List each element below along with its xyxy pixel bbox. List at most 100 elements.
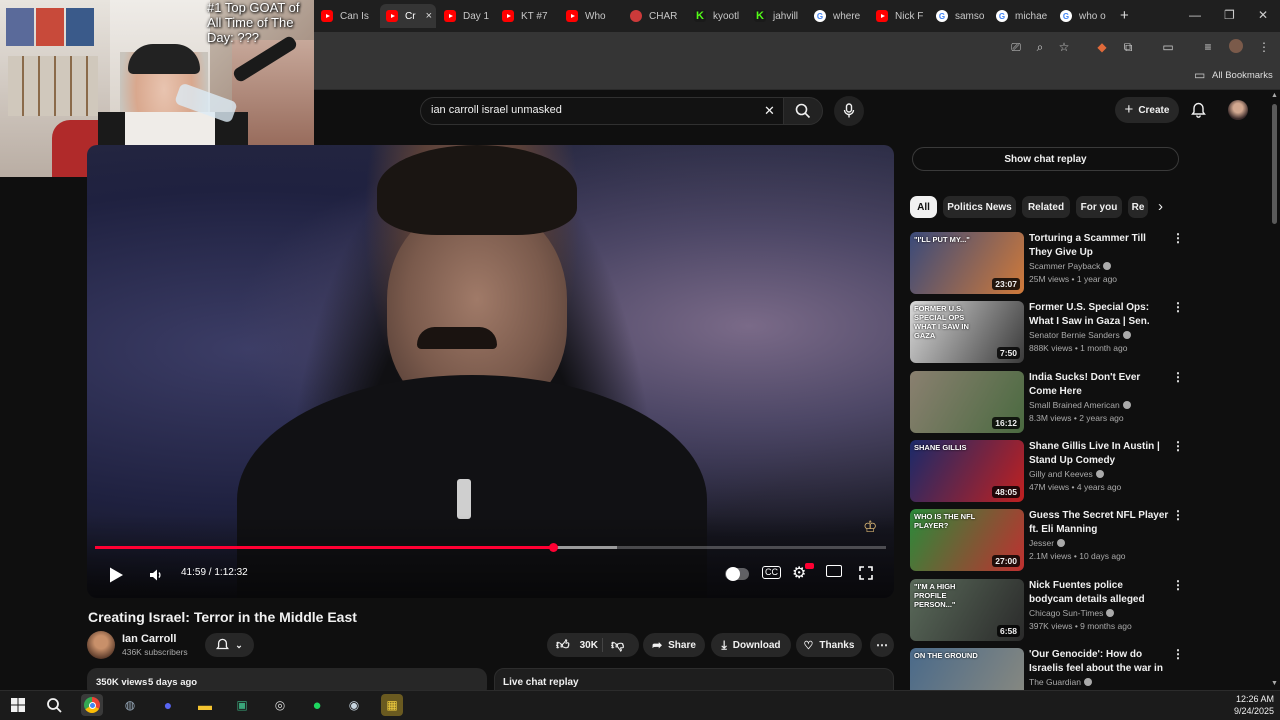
- file-explorer-taskbar-icon[interactable]: ▬: [194, 694, 216, 716]
- extension-icon[interactable]: ◆: [1094, 39, 1110, 55]
- browser-tab[interactable]: Gmichae: [990, 4, 1052, 28]
- search-button[interactable]: [783, 97, 823, 125]
- recommendation-thumbnail[interactable]: "I'LL PUT MY..." 23:07: [910, 232, 1024, 294]
- recommendation-channel[interactable]: Chicago Sun-Times: [1029, 608, 1103, 618]
- browser-tab[interactable]: KT #7: [496, 4, 556, 28]
- like-count[interactable]: 30K: [580, 640, 598, 651]
- thumbs-down-icon[interactable]: 👎︎: [611, 637, 624, 653]
- account-avatar[interactable]: [1228, 100, 1248, 120]
- volume-icon[interactable]: [148, 567, 164, 583]
- more-vertical-icon[interactable]: ⋮: [1172, 579, 1184, 591]
- restore-icon[interactable]: ❐: [1224, 8, 1235, 22]
- recommendation-title[interactable]: Torturing a Scammer Till They Give Up: [1029, 232, 1169, 259]
- more-vertical-icon[interactable]: ⋮: [1172, 509, 1184, 521]
- video-player[interactable]: ♔ 41:59 / 1:12:32 CC ⚙: [87, 145, 894, 598]
- recommendation-title[interactable]: Guess The Secret NFL Player ft. Eli Mann…: [1029, 509, 1169, 536]
- browser-tab[interactable]: Nick F: [870, 4, 928, 28]
- clear-search-icon[interactable]: ✕: [764, 103, 775, 119]
- spotify-taskbar-icon[interactable]: ●: [306, 694, 328, 716]
- browser-tab[interactable]: Can Is: [315, 4, 371, 28]
- minimize-icon[interactable]: —: [1189, 8, 1201, 22]
- filter-chip[interactable]: For you: [1076, 196, 1122, 218]
- browser-tab[interactable]: Gwho o: [1054, 4, 1110, 28]
- zoom-icon[interactable]: ⌕: [1032, 39, 1048, 55]
- app-taskbar-icon[interactable]: ▦: [381, 694, 403, 716]
- page-scrollbar[interactable]: ▲ ▼: [1269, 92, 1280, 690]
- system-clock[interactable]: 12:26 AM 9/24/2025: [1218, 693, 1274, 717]
- bookmark-star-icon[interactable]: ☆: [1056, 39, 1072, 55]
- extensions-puzzle-icon[interactable]: ⧉: [1120, 39, 1136, 55]
- scrollbar-thumb[interactable]: [1272, 104, 1277, 224]
- recommendation-channel[interactable]: Gilly and Keeves: [1029, 469, 1093, 479]
- recommendation-item[interactable]: SHANE GILLIS 48:05 Shane Gillis Live In Au…: [910, 440, 1184, 502]
- recommendation-item[interactable]: "I'LL PUT MY..." 23:07 Torturing a Scammer…: [910, 232, 1184, 294]
- discord-taskbar-icon[interactable]: ●: [157, 694, 179, 716]
- more-actions-button[interactable]: ⋯: [870, 633, 894, 657]
- scroll-down-icon[interactable]: ▼: [1271, 680, 1278, 687]
- profile-avatar[interactable]: [1229, 39, 1243, 53]
- show-chat-replay-button[interactable]: Show chat replay: [912, 147, 1179, 171]
- chrome-menu-icon[interactable]: ⋮: [1256, 39, 1272, 55]
- progress-scrubber[interactable]: [549, 543, 558, 552]
- recommendation-title[interactable]: Shane Gillis Live In Austin | Stand Up C…: [1029, 440, 1169, 467]
- captions-icon[interactable]: CC: [762, 566, 781, 579]
- recommendation-item[interactable]: FORMER U.S. SPECIAL OPS WHAT I SAW IN GA…: [910, 301, 1184, 363]
- recommendation-title[interactable]: India Sucks! Don't Ever Come Here: [1029, 371, 1169, 398]
- more-vertical-icon[interactable]: ⋮: [1172, 301, 1184, 313]
- browser-tab[interactable]: Who: [560, 4, 622, 28]
- browser-tab[interactable]: Gwhere: [808, 4, 868, 28]
- browser-tab[interactable]: Kkyootl: [688, 4, 746, 28]
- filter-chip[interactable]: Re: [1128, 196, 1148, 218]
- close-window-icon[interactable]: ✕: [1258, 8, 1268, 22]
- obs-taskbar-icon[interactable]: ◎: [269, 694, 291, 716]
- more-vertical-icon[interactable]: ⋮: [1172, 440, 1184, 452]
- recommendation-title[interactable]: 'Our Genocide': How do Israelis feel abo…: [1029, 648, 1169, 675]
- recommendation-item[interactable]: "I'M A HIGH PROFILE PERSON..." 6:58 Nick F…: [910, 579, 1184, 641]
- notification-bell-button[interactable]: ⌄: [205, 633, 254, 657]
- recommendation-channel[interactable]: The Guardian: [1029, 677, 1081, 687]
- channel-avatar[interactable]: [87, 631, 115, 659]
- cast-icon[interactable]: ⎚: [1008, 39, 1024, 55]
- more-vertical-icon[interactable]: ⋮: [1172, 648, 1180, 660]
- recommendation-item[interactable]: ON THE GROUND 'Our Genocide': How do Isra…: [910, 648, 1180, 694]
- chrome-taskbar-icon[interactable]: [81, 694, 103, 716]
- side-panel-icon[interactable]: ▭: [1160, 39, 1176, 55]
- windows-start-icon[interactable]: [11, 698, 25, 712]
- taskbar-search-icon[interactable]: [46, 697, 62, 713]
- create-button[interactable]: + Create: [1115, 97, 1179, 123]
- filter-chip[interactable]: All: [910, 196, 937, 218]
- filter-chip[interactable]: Politics News: [943, 196, 1016, 218]
- thumbs-up-icon[interactable]: 👍︎: [556, 637, 570, 653]
- new-tab-button[interactable]: +: [1120, 7, 1129, 24]
- recommendation-thumbnail[interactable]: 16:12: [910, 371, 1024, 433]
- more-vertical-icon[interactable]: ⋮: [1172, 232, 1184, 244]
- terminal-taskbar-icon[interactable]: ▣: [231, 694, 253, 716]
- recommendation-thumbnail[interactable]: FORMER U.S. SPECIAL OPS WHAT I SAW IN GA…: [910, 301, 1024, 363]
- recommendation-channel[interactable]: Scammer Payback: [1029, 261, 1100, 271]
- browser-tab[interactable]: CHAR: [624, 4, 686, 28]
- browser-tab[interactable]: Kjahvill: [748, 4, 806, 28]
- channel-name[interactable]: Ian Carroll: [122, 633, 176, 645]
- reading-list-icon[interactable]: ≡: [1200, 39, 1216, 55]
- recommendation-item[interactable]: WHO IS THE NFL PLAYER? 27:00 Guess The Sec…: [910, 509, 1184, 571]
- recommendation-thumbnail[interactable]: "I'M A HIGH PROFILE PERSON..." 6:58: [910, 579, 1024, 641]
- tab-close-icon[interactable]: ×: [426, 10, 432, 22]
- recommendation-thumbnail[interactable]: WHO IS THE NFL PLAYER? 27:00: [910, 509, 1024, 571]
- recommendation-thumbnail[interactable]: SHANE GILLIS 48:05: [910, 440, 1024, 502]
- autoplay-toggle[interactable]: [725, 567, 749, 581]
- download-button[interactable]: ⤓ Download: [711, 633, 791, 657]
- recommendation-item[interactable]: 16:12 India Sucks! Don't Ever Come Here Sm…: [910, 371, 1184, 433]
- miniplayer-icon[interactable]: [826, 565, 842, 577]
- search-input[interactable]: ian carroll israel unmasked: [431, 104, 562, 116]
- share-button[interactable]: ➦ Share: [643, 633, 705, 657]
- search-box[interactable]: ian carroll israel unmasked ✕: [420, 97, 786, 125]
- recommendation-channel[interactable]: Jesser: [1029, 538, 1054, 548]
- play-icon[interactable]: [107, 566, 125, 584]
- scroll-up-icon[interactable]: ▲: [1271, 92, 1278, 99]
- recommendation-thumbnail[interactable]: ON THE GROUND: [910, 648, 1024, 694]
- voice-search-button[interactable]: [834, 96, 864, 126]
- recommendation-title[interactable]: Former U.S. Special Ops: What I Saw in G…: [1029, 301, 1169, 328]
- audio-app-taskbar-icon[interactable]: ◍: [119, 694, 141, 716]
- thanks-button[interactable]: ♡ Thanks: [796, 633, 862, 657]
- chevron-right-icon[interactable]: ›: [1158, 198, 1163, 215]
